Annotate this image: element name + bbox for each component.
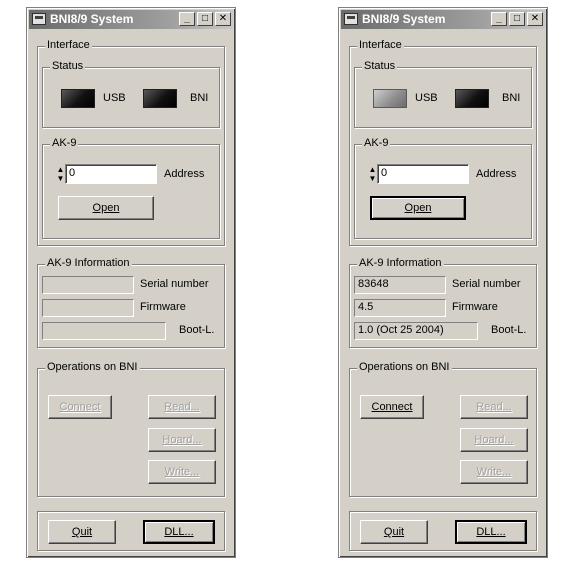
bni-status-led (143, 89, 177, 108)
connect-button[interactable]: Connect (360, 395, 424, 419)
interface-group-label: Interface (357, 39, 404, 51)
connect-button[interactable]: Connect (48, 395, 112, 419)
serial-number-label: Serial number (140, 278, 209, 290)
firmware-field: 4.5 (354, 299, 446, 317)
maximize-button[interactable]: □ (509, 12, 525, 26)
interface-group: Interface Status USB BNI AK-9 ▲ ▼ 0 Addre… (37, 39, 225, 246)
status-group: Status USB BNI (42, 60, 220, 128)
bootloader-field (42, 322, 166, 340)
serial-number-field: 83648 (354, 276, 446, 294)
address-spinner[interactable]: ▲ ▼ (368, 165, 377, 183)
title-bar[interactable]: BNI8/9 System _ □ ✕ (29, 10, 233, 29)
interface-group-label: Interface (45, 39, 92, 51)
dialog-window-connected: BNI8/9 System _ □ ✕ Interface Status USB… (338, 7, 548, 558)
dll-button[interactable]: DLL... (143, 520, 215, 544)
ak9-group: AK-9 ▲ ▼ 0 Address Open (42, 137, 220, 239)
status-group-label: Status (50, 60, 86, 72)
quit-button[interactable]: Quit (48, 520, 116, 544)
address-spinner[interactable]: ▲ ▼ (56, 165, 65, 183)
usb-label: USB (415, 92, 438, 104)
close-button[interactable]: ✕ (527, 12, 543, 26)
status-group: Status USB BNI (354, 60, 532, 128)
bootloader-label: Boot-L. (491, 324, 527, 336)
operations-group-label: Operations on BNI (357, 361, 452, 373)
quit-button[interactable]: Quit (360, 520, 428, 544)
minimize-button[interactable]: _ (491, 12, 507, 26)
firmware-label: Firmware (452, 301, 498, 313)
window-title: BNI8/9 System (50, 12, 134, 26)
read-button[interactable]: Read... (460, 395, 528, 419)
operations-group-label: Operations on BNI (45, 361, 140, 373)
dll-button[interactable]: DLL... (455, 520, 527, 544)
usb-status-led (373, 89, 407, 108)
firmware-label: Firmware (140, 301, 186, 313)
ak9-group-label: AK-9 (50, 137, 79, 149)
bootloader-field: 1.0 (Oct 25 2004) (354, 322, 478, 340)
window-title: BNI8/9 System (362, 12, 446, 26)
address-input[interactable]: 0 (377, 164, 469, 184)
write-button[interactable]: Write... (148, 460, 216, 484)
address-input[interactable]: 0 (65, 164, 157, 184)
status-group-label: Status (362, 60, 398, 72)
minimize-button[interactable]: _ (179, 12, 195, 26)
app-icon[interactable] (32, 13, 46, 25)
bni-label: BNI (190, 92, 209, 104)
address-label: Address (476, 168, 517, 180)
ak9-group: AK-9 ▲ ▼ 0 Address Open (354, 137, 532, 239)
operations-group: Operations on BNI Connect Read... Hoard.… (349, 361, 537, 497)
dialog-window-disconnected: BNI8/9 System _ □ ✕ Interface Status USB… (26, 7, 236, 558)
usb-status-led (61, 89, 95, 108)
ak9-information-label: AK-9 Information (357, 257, 444, 269)
hoard-button[interactable]: Hoard... (460, 428, 528, 452)
hoard-button[interactable]: Hoard... (148, 428, 216, 452)
firmware-field (42, 299, 134, 317)
bottom-buttons-group: Quit DLL... (349, 511, 537, 551)
title-bar[interactable]: BNI8/9 System _ □ ✕ (341, 10, 545, 29)
usb-label: USB (103, 92, 126, 104)
address-label: Address (164, 168, 205, 180)
serial-number-label: Serial number (452, 278, 521, 290)
ak9-group-label: AK-9 (362, 137, 391, 149)
open-button[interactable]: Open (370, 196, 466, 220)
serial-number-field (42, 276, 134, 294)
write-button[interactable]: Write... (460, 460, 528, 484)
maximize-button[interactable]: □ (197, 12, 213, 26)
bottom-buttons-group: Quit DLL... (37, 511, 225, 551)
operations-group: Operations on BNI Connect Read... Hoard.… (37, 361, 225, 497)
read-button[interactable]: Read... (148, 395, 216, 419)
ak9-information-group: AK-9 Information Serial number Firmware … (37, 257, 225, 348)
bni-label: BNI (502, 92, 521, 104)
app-icon[interactable] (344, 13, 358, 25)
bootloader-label: Boot-L. (179, 324, 215, 336)
ak9-information-label: AK-9 Information (45, 257, 132, 269)
interface-group: Interface Status USB BNI AK-9 ▲ ▼ 0 Addre… (349, 39, 537, 246)
bni-status-led (455, 89, 489, 108)
ak9-information-group: AK-9 Information 83648 Serial number 4.5… (349, 257, 537, 348)
open-button[interactable]: Open (58, 196, 154, 220)
close-button[interactable]: ✕ (215, 12, 231, 26)
